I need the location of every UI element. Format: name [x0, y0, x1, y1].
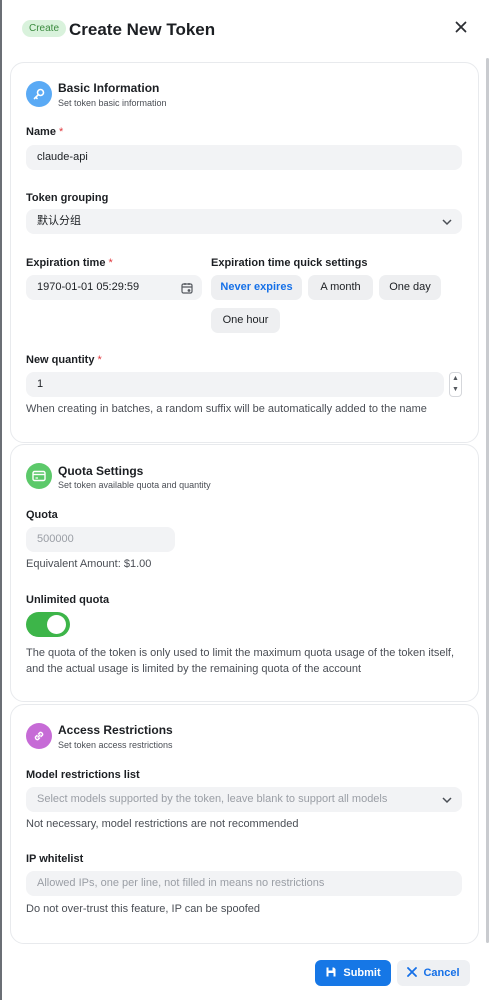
quantity-stepper[interactable]: ▲ ▼ — [449, 372, 462, 397]
token-grouping-select[interactable]: 默认分组 — [26, 209, 462, 234]
token-grouping-value: 默认分组 — [37, 215, 81, 227]
ip-whitelist-label: IP whitelist — [26, 853, 84, 865]
modal-title: Create New Token — [69, 20, 216, 39]
quota-section-title: Quota Settings — [58, 464, 144, 478]
quick-settings-label: Expiration time quick settings — [211, 257, 368, 269]
basic-section-title: Basic Information — [58, 81, 160, 95]
chevron-down-icon[interactable] — [441, 216, 453, 228]
a-month-button[interactable]: A month — [308, 275, 373, 300]
one-hour-button[interactable]: One hour — [211, 308, 280, 333]
submit-button[interactable]: Submit — [315, 960, 391, 986]
create-badge: Create — [22, 20, 67, 37]
stepper-down-icon[interactable]: ▼ — [450, 384, 461, 395]
one-day-button[interactable]: One day — [379, 275, 441, 300]
key-icon — [26, 81, 52, 107]
window-left-edge — [0, 0, 2, 1000]
chevron-down-icon[interactable] — [441, 794, 453, 806]
x-icon — [407, 966, 418, 980]
unlimited-quota-helper-text: The quota of the token is only used to l… — [26, 647, 455, 675]
card-icon — [26, 463, 52, 489]
expiration-time-input[interactable]: 1970-01-01 05:29:59 — [26, 275, 202, 300]
ip-whitelist-input[interactable]: Allowed IPs, one per line, not filled in… — [26, 871, 462, 896]
toggle-knob — [47, 615, 66, 634]
quota-label: Quota — [26, 509, 58, 521]
name-input[interactable]: claude-api — [26, 145, 462, 170]
expiration-time-label: Expiration time * — [26, 257, 113, 269]
access-section-subtitle: Set token access restrictions — [58, 740, 173, 750]
new-quantity-input[interactable]: 1 — [26, 372, 444, 397]
basic-section-subtitle: Set token basic information — [58, 98, 167, 108]
never-expires-button[interactable]: Never expires — [211, 275, 302, 300]
ip-whitelist-helper-text: Do not over-trust this feature, IP can b… — [26, 903, 260, 915]
quantity-helper-text: When creating in batches, a random suffi… — [26, 403, 427, 415]
scrollbar[interactable] — [486, 58, 489, 943]
quota-section-subtitle: Set token available quota and quantity — [58, 480, 211, 490]
model-restrictions-label: Model restrictions list — [26, 769, 140, 781]
submit-label: Submit — [343, 967, 381, 979]
cancel-label: Cancel — [423, 967, 460, 979]
unlimited-quota-label: Unlimited quota — [26, 594, 110, 606]
save-icon — [325, 966, 337, 981]
calendar-icon[interactable] — [181, 282, 193, 294]
cancel-button[interactable]: Cancel — [397, 960, 470, 986]
modal-header: Create Create New Token — [0, 0, 490, 60]
new-quantity-label: New quantity * — [26, 354, 102, 366]
quota-input[interactable]: 500000 — [26, 527, 175, 552]
name-label: Name * — [26, 126, 64, 138]
model-restrictions-select[interactable]: Select models supported by the token, le… — [26, 787, 462, 812]
equivalent-amount-text: Equivalent Amount: $1.00 — [26, 558, 152, 570]
token-grouping-label: Token grouping — [26, 192, 109, 204]
stepper-up-icon[interactable]: ▲ — [450, 373, 461, 384]
access-section-title: Access Restrictions — [58, 723, 173, 737]
close-icon[interactable] — [452, 18, 470, 36]
unlimited-quota-toggle[interactable] — [26, 612, 70, 637]
model-restrictions-helper-text: Not necessary, model restrictions are no… — [26, 818, 299, 830]
link-icon — [26, 723, 52, 749]
